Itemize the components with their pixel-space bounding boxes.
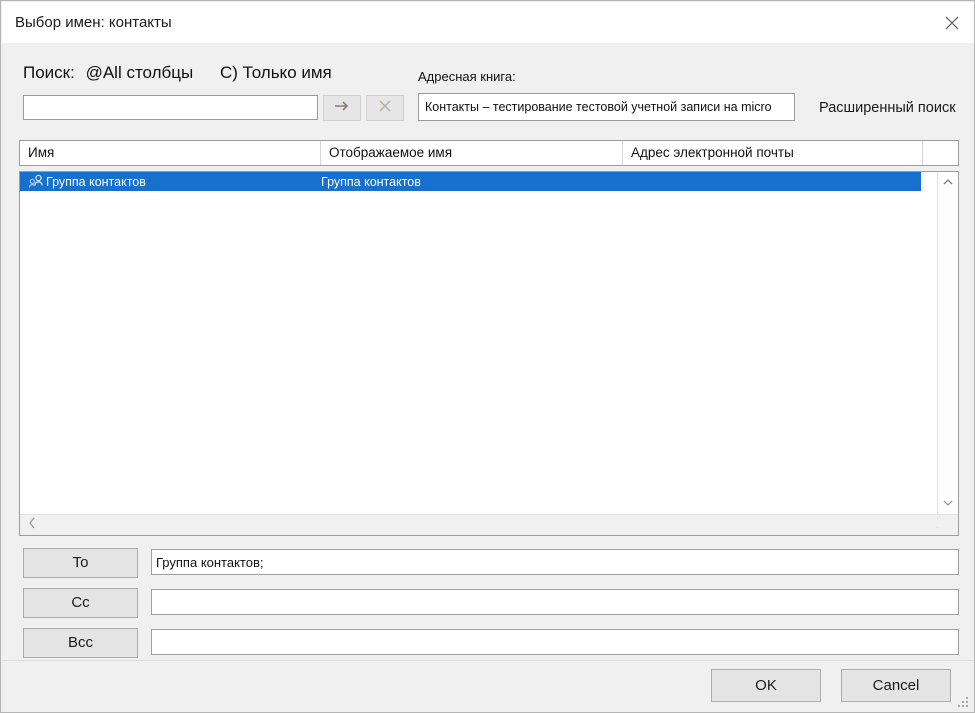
footer-divider <box>2 660 974 661</box>
search-label-prefix: Поиск: <box>23 63 75 82</box>
search-input[interactable] <box>23 95 318 120</box>
bcc-field[interactable] <box>151 629 959 655</box>
advanced-search-link[interactable]: Расширенный поиск <box>819 100 956 116</box>
horizontal-scrollbar[interactable] <box>20 514 958 535</box>
arrow-right-icon <box>332 99 352 118</box>
resize-grip[interactable] <box>958 697 970 709</box>
chevron-down-icon <box>942 495 954 513</box>
title-bar: Выбор имен: контакты <box>2 2 974 43</box>
table-cell-display-name: Группа контактов <box>321 174 421 189</box>
contacts-table-header: Имя Отображаемое имя Адрес электронной п… <box>19 140 959 166</box>
cancel-button[interactable]: Cancel <box>841 669 951 702</box>
column-header-email[interactable]: Адрес электронной почты <box>622 141 922 165</box>
cc-button[interactable]: Cc <box>23 588 138 618</box>
contact-group-icon <box>26 172 46 191</box>
address-book-label: Адресная книга: <box>418 69 516 84</box>
address-book-selected-value: Контакты – тестирование тестовой учетной… <box>425 100 772 114</box>
chevron-up-icon <box>942 174 954 192</box>
column-header-extra[interactable] <box>922 141 958 165</box>
table-cell-name: Группа контактов <box>46 174 146 189</box>
search-go-button[interactable] <box>323 95 361 121</box>
close-button[interactable] <box>928 2 974 43</box>
address-book-select[interactable]: Контакты – тестирование тестовой учетной… <box>418 93 795 121</box>
close-icon <box>941 12 963 34</box>
to-field[interactable] <box>151 549 959 575</box>
scrollbar-corner <box>938 515 958 535</box>
column-header-name[interactable]: Имя <box>20 141 320 165</box>
vertical-scrollbar[interactable] <box>937 172 958 515</box>
bcc-button[interactable]: Bcc <box>23 628 138 658</box>
scroll-up-button[interactable] <box>938 173 958 192</box>
chevron-left-icon <box>27 516 37 535</box>
column-header-display-name[interactable]: Отображаемое имя <box>320 141 622 165</box>
scroll-down-button[interactable] <box>938 494 958 513</box>
ok-button[interactable]: OK <box>711 669 821 702</box>
name-picker-dialog: Выбор имен: контакты Поиск: @All столбцы… <box>0 0 975 713</box>
to-button[interactable]: To <box>23 548 138 578</box>
search-option-name-only[interactable]: С) Только имя <box>220 63 332 82</box>
table-row[interactable]: Группа контактов Группа контактов <box>20 172 921 191</box>
search-option-all-columns[interactable]: @All столбцы <box>86 63 194 82</box>
cc-field[interactable] <box>151 589 959 615</box>
search-options-label: Поиск: @All столбцы С) Только имя <box>23 63 332 83</box>
close-icon <box>376 97 394 120</box>
search-clear-button[interactable] <box>366 95 404 121</box>
dialog-title: Выбор имен: контакты <box>15 14 172 31</box>
contacts-row-list: Группа контактов Группа контактов <box>20 172 921 515</box>
contacts-table-body: Группа контактов Группа контактов <box>19 171 959 536</box>
scroll-left-button[interactable] <box>22 515 42 535</box>
